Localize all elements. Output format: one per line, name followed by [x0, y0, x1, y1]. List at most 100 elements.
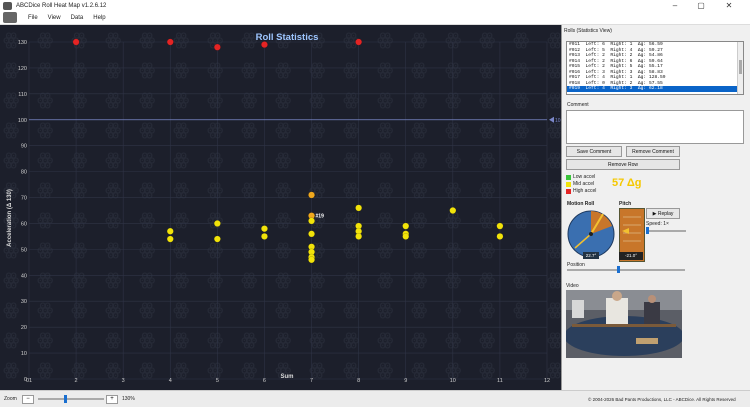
menu-data[interactable]: Data — [71, 15, 84, 21]
zoom-value: 130% — [122, 396, 135, 402]
rolls-list[interactable]: #011 Left: 6 Right: 1 Δg: 56.59 #012 Left… — [566, 41, 744, 95]
scatter-chart[interactable]: ꙮ 10 01020304050607080901001101201300123… — [0, 25, 561, 390]
title-bar: ABCDice Roll Heat Map v1.2.6.12 — [0, 0, 750, 11]
accel-readout: 57 Δg — [612, 177, 642, 189]
mid-accel-label: Mid accel — [573, 181, 595, 187]
zoom-label: Zoom — [4, 396, 17, 402]
replay-button[interactable]: ▶ Replay — [646, 208, 680, 219]
y-tick-label: 80 — [21, 170, 27, 176]
x-tick-label: 9 — [404, 378, 407, 384]
high-accel-label: High accel — [573, 188, 597, 194]
remove-comment-button[interactable]: Remove Comment — [626, 146, 680, 157]
remove-row-button[interactable]: Remove Row — [566, 159, 680, 170]
chart-watermark-background — [0, 25, 561, 390]
x-tick-label: 8 — [357, 378, 360, 384]
motion-roll-label: Motion Roll — [567, 201, 595, 207]
x-tick-label: 11 — [497, 378, 503, 384]
maximize-button[interactable]: ▢ — [690, 0, 712, 11]
minimize-button[interactable]: – — [664, 0, 686, 11]
y-tick-label: 110 — [18, 92, 27, 98]
data-point[interactable] — [355, 233, 363, 240]
data-point[interactable] — [261, 225, 268, 233]
data-point[interactable] — [355, 204, 363, 212]
y-tick-label: 130 — [18, 40, 27, 46]
menu-file[interactable]: File — [28, 15, 38, 21]
data-point[interactable] — [213, 43, 221, 51]
low-accel-label: Low accel — [573, 174, 596, 180]
x-tick-label: 3 — [122, 378, 125, 384]
x-tick-label: 6 — [263, 378, 266, 384]
y-tick-label: 100 — [18, 118, 27, 124]
high-accel-swatch — [566, 189, 571, 194]
copyright-text: © 2004-2026 Bad Pants Productions, LLC -… — [588, 397, 736, 402]
zoom-slider[interactable] — [38, 395, 104, 403]
data-point[interactable] — [308, 230, 315, 238]
mid-accel-swatch — [566, 182, 571, 187]
data-point[interactable] — [402, 233, 410, 240]
pitch-value: -21.0° — [619, 252, 643, 260]
scrollbar-thumb[interactable] — [739, 60, 742, 74]
speed-label: Speed: 1× — [646, 221, 669, 227]
roll-list-item[interactable]: #019 Left: 4 Right: 3 Δg: 62.18 — [567, 86, 743, 92]
data-point[interactable] — [308, 256, 315, 264]
speed-slider-thumb[interactable] — [646, 227, 649, 234]
comment-field[interactable] — [566, 110, 744, 144]
data-point[interactable] — [355, 38, 363, 46]
chart-area[interactable]: ꙮ 10 01020304050607080901001101201300123… — [0, 25, 561, 390]
menu-help[interactable]: Help — [93, 15, 105, 21]
data-point[interactable] — [213, 220, 221, 227]
y-tick-label: 120 — [18, 66, 27, 72]
x-axis-label: Sum — [280, 374, 293, 380]
data-point[interactable] — [449, 207, 457, 214]
data-point[interactable] — [261, 233, 268, 240]
x-tick-label: 4 — [169, 378, 172, 384]
y-tick-label: 10 — [21, 351, 27, 357]
zoom-in-button[interactable]: + — [106, 395, 118, 404]
pitch-label: Pitch — [619, 201, 632, 207]
position-slider-thumb[interactable] — [617, 266, 620, 273]
y-tick-label: 70 — [21, 196, 27, 202]
close-button[interactable]: ✕ — [718, 0, 740, 11]
zoom-out-button[interactable]: − — [22, 395, 34, 404]
zoom-slider-thumb[interactable] — [64, 395, 67, 403]
data-point[interactable] — [402, 222, 410, 230]
selected-point-label: #19 — [316, 214, 325, 220]
y-tick-label: 60 — [21, 221, 27, 227]
y-axis-label: Acceleration (Δ 130) — [7, 189, 13, 247]
y-tick-label: 30 — [21, 299, 27, 305]
comment-label: Comment — [567, 102, 589, 108]
x-tick-label: 01 — [26, 378, 32, 384]
position-slider[interactable] — [567, 266, 685, 273]
dice-logo-icon — [3, 12, 17, 23]
low-accel-swatch — [566, 175, 571, 180]
y-tick-label: 50 — [21, 247, 27, 253]
data-point[interactable] — [72, 38, 80, 46]
data-point[interactable] — [166, 235, 174, 243]
data-point[interactable] — [496, 233, 504, 240]
data-point[interactable] — [308, 191, 315, 199]
rolls-header: Rolls (Statistics View) — [564, 28, 612, 34]
reference-line-label: 10 — [555, 118, 561, 124]
y-tick-label: 40 — [21, 273, 27, 279]
data-point[interactable] — [166, 227, 174, 235]
window-title: ABCDice Roll Heat Map v1.2.6.12 — [16, 2, 107, 9]
data-point[interactable] — [496, 222, 504, 230]
video-label: Video — [566, 283, 579, 289]
save-comment-button[interactable]: Save Comment — [566, 146, 622, 157]
video-preview[interactable] — [566, 290, 682, 358]
menu-bar: File View Data Help — [0, 11, 750, 25]
data-point[interactable] — [308, 217, 315, 225]
data-point[interactable] — [166, 38, 174, 46]
y-tick-label: 20 — [21, 325, 27, 331]
app-icon — [3, 1, 12, 10]
chart-title: Roll Statistics — [256, 32, 319, 43]
speed-slider[interactable] — [646, 227, 686, 234]
x-tick-label: 5 — [216, 378, 219, 384]
data-point[interactable] — [213, 235, 221, 243]
menu-view[interactable]: View — [48, 15, 61, 21]
rolls-scrollbar[interactable] — [737, 42, 743, 94]
x-tick-label: 7 — [310, 378, 313, 384]
x-tick-label: 2 — [75, 378, 78, 384]
x-tick-label: 10 — [450, 378, 456, 384]
y-tick-label: 90 — [21, 144, 27, 150]
